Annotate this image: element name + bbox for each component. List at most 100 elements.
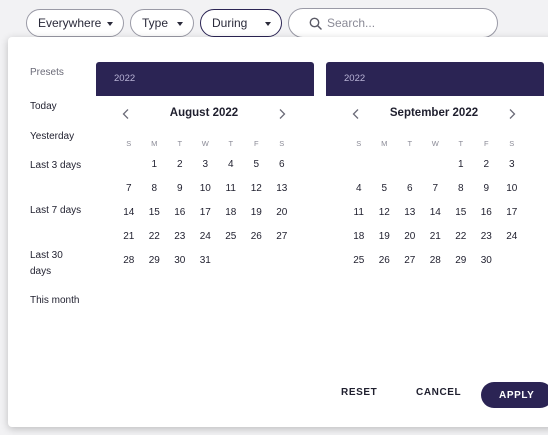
- calendar-day[interactable]: 22: [448, 225, 474, 249]
- calendar-day[interactable]: 13: [397, 201, 423, 225]
- time-filter-dropdown[interactable]: During: [200, 9, 282, 37]
- calendar-day[interactable]: 16: [474, 201, 500, 225]
- calendar-day[interactable]: 10: [499, 177, 525, 201]
- search-box: [288, 8, 498, 38]
- preset-option[interactable]: This month: [30, 293, 86, 309]
- calendar-day[interactable]: 14: [423, 201, 449, 225]
- caret-down-icon: [265, 22, 271, 26]
- calendar-day[interactable]: 21: [423, 225, 449, 249]
- calendar-day[interactable]: 6: [269, 153, 295, 177]
- calendar-day[interactable]: 7: [423, 177, 449, 201]
- chevron-left-icon[interactable]: [350, 108, 362, 120]
- calendar-day[interactable]: 1: [448, 153, 474, 177]
- weekday-label: T: [177, 139, 183, 148]
- calendar-day[interactable]: 6: [397, 177, 423, 201]
- calendar-day[interactable]: 30: [167, 249, 193, 273]
- calendar-day[interactable]: 2: [474, 153, 500, 177]
- weekday-label: S: [279, 139, 285, 148]
- caret-down-icon: [177, 22, 183, 26]
- date-range-picker: Presets Today Yesterday Last 3 days Last 7 …: [8, 37, 548, 427]
- weekday-label: W: [201, 139, 209, 148]
- calendar-day[interactable]: 8: [142, 177, 168, 201]
- calendar-day[interactable]: 25: [346, 249, 372, 273]
- preset-option[interactable]: Last 30 days: [30, 248, 86, 280]
- calendar-day[interactable]: 2: [167, 153, 193, 177]
- calendar-day[interactable]: 24: [193, 225, 219, 249]
- calendar-day[interactable]: 26: [372, 249, 398, 273]
- calendar-grid: S M T W T F S 1 2 3 4 5 6 7 8 9 10 11 12 13 14 15 16 17 18 19 20 21…: [346, 139, 524, 273]
- weekday-label: S: [126, 139, 132, 148]
- preset-option[interactable]: Last 7 days: [30, 203, 86, 219]
- calendar-day[interactable]: 12: [244, 177, 270, 201]
- presets-panel: Presets Today Yesterday Last 3 days Last 7 …: [30, 67, 90, 306]
- calendar-day[interactable]: 4: [346, 177, 372, 201]
- caret-down-icon: [107, 22, 113, 26]
- preset-option[interactable]: Last 3 days: [30, 158, 86, 174]
- location-filter-dropdown[interactable]: Everywhere: [26, 9, 124, 37]
- weekday-label: S: [356, 139, 362, 148]
- calendar-day[interactable]: 25: [218, 225, 244, 249]
- calendar-day[interactable]: 3: [499, 153, 525, 177]
- calendar-day[interactable]: 28: [116, 249, 142, 273]
- calendar-day[interactable]: 10: [193, 177, 219, 201]
- calendar-day[interactable]: 31: [193, 249, 219, 273]
- calendar-day[interactable]: 1: [142, 153, 168, 177]
- calendar-day[interactable]: 19: [372, 225, 398, 249]
- search-input[interactable]: [327, 14, 487, 32]
- location-filter-label: Everywhere: [38, 16, 102, 30]
- calendar-september: 2022 September 2022 S M T W T F S 1 2 3 4 5 6 7 8 9 10 11…: [326, 62, 544, 272]
- reset-button[interactable]: RESET: [341, 387, 377, 398]
- chevron-left-icon[interactable]: [120, 108, 132, 120]
- calendar-day[interactable]: 5: [372, 177, 398, 201]
- calendar-day[interactable]: 16: [167, 201, 193, 225]
- calendar-day[interactable]: 23: [474, 225, 500, 249]
- preset-option[interactable]: Yesterday: [30, 129, 86, 145]
- apply-button[interactable]: APPLY: [481, 382, 548, 408]
- calendar-year-label: 2022: [344, 73, 366, 84]
- calendar-day[interactable]: 8: [448, 177, 474, 201]
- calendar-day[interactable]: 27: [397, 249, 423, 273]
- chevron-right-icon[interactable]: [276, 108, 288, 120]
- cancel-button[interactable]: CANCEL: [416, 387, 461, 398]
- calendar-day[interactable]: 24: [499, 225, 525, 249]
- preset-option[interactable]: Today: [30, 99, 86, 115]
- weekday-label: W: [431, 139, 439, 148]
- calendar-month-title: September 2022: [389, 107, 479, 119]
- calendar-day[interactable]: 30: [474, 249, 500, 273]
- calendar-day[interactable]: 15: [142, 201, 168, 225]
- calendar-day[interactable]: 26: [244, 225, 270, 249]
- calendar-day[interactable]: 15: [448, 201, 474, 225]
- type-filter-label: Type: [142, 16, 169, 30]
- calendar-day[interactable]: 12: [372, 201, 398, 225]
- calendar-day[interactable]: 9: [167, 177, 193, 201]
- calendar-day[interactable]: 17: [193, 201, 219, 225]
- calendar-year-header: 2022: [96, 62, 314, 96]
- calendar-day[interactable]: 20: [397, 225, 423, 249]
- calendar-day[interactable]: 29: [448, 249, 474, 273]
- calendar-day[interactable]: 11: [218, 177, 244, 201]
- calendar-day[interactable]: 4: [218, 153, 244, 177]
- calendar-blank-cell: [372, 153, 398, 177]
- calendar-day[interactable]: 27: [269, 225, 295, 249]
- calendar-day[interactable]: 23: [167, 225, 193, 249]
- calendar-day[interactable]: 17: [499, 201, 525, 225]
- type-filter-dropdown[interactable]: Type: [130, 9, 194, 37]
- calendar-blank-cell: [397, 153, 423, 177]
- calendar-day[interactable]: 22: [142, 225, 168, 249]
- chevron-right-icon[interactable]: [506, 108, 518, 120]
- calendar-day[interactable]: 11: [346, 201, 372, 225]
- calendar-day[interactable]: 13: [269, 177, 295, 201]
- calendar-day[interactable]: 18: [346, 225, 372, 249]
- calendar-day[interactable]: 20: [269, 201, 295, 225]
- calendar-day[interactable]: 18: [218, 201, 244, 225]
- calendar-day[interactable]: 5: [244, 153, 270, 177]
- calendar-day[interactable]: 28: [423, 249, 449, 273]
- calendar-day[interactable]: 3: [193, 153, 219, 177]
- calendar-day[interactable]: 7: [116, 177, 142, 201]
- calendar-day[interactable]: 9: [474, 177, 500, 201]
- calendar-day[interactable]: 21: [116, 225, 142, 249]
- calendar-day[interactable]: 29: [142, 249, 168, 273]
- calendar-day[interactable]: 19: [244, 201, 270, 225]
- calendar-day[interactable]: 14: [116, 201, 142, 225]
- calendar-blank-cell: [116, 153, 142, 177]
